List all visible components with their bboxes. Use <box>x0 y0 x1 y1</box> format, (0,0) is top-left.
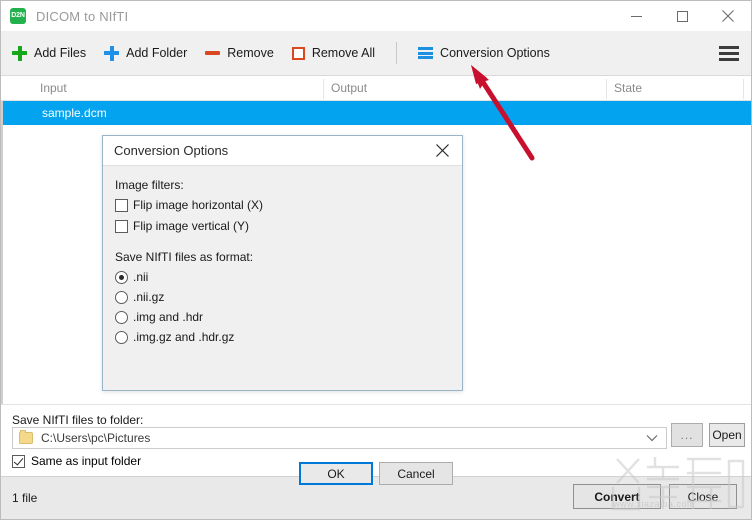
dialog-cancel-button[interactable]: Cancel <box>379 462 453 485</box>
same-as-input-folder-checkbox[interactable]: Same as input folder <box>12 454 141 468</box>
format-imggz-hdrgz-label: .img.gz and .hdr.gz <box>133 330 234 344</box>
conversion-options-button[interactable]: Conversion Options <box>411 38 557 68</box>
format-niigz-label: .nii.gz <box>133 290 164 304</box>
browse-button[interactable]: ... <box>671 423 703 447</box>
remove-all-button[interactable]: Remove All <box>285 38 382 68</box>
radio-icon <box>115 311 128 324</box>
maximize-icon <box>677 11 688 22</box>
remove-button[interactable]: Remove <box>198 38 281 68</box>
table-row[interactable]: sample.dcm <box>3 101 751 125</box>
image-filters-label: Image filters: <box>115 178 184 192</box>
file-count-label: 1 file <box>12 491 37 505</box>
radio-icon <box>115 271 128 284</box>
output-folder-combobox[interactable]: C:\Users\pc\Pictures <box>12 427 667 449</box>
dialog-close-button[interactable] <box>422 136 462 165</box>
dialog-body: Image filters: Flip image horizontal (X)… <box>103 166 462 390</box>
square-outline-icon <box>292 47 305 60</box>
file-list-header: Input Output State <box>1 77 751 101</box>
folder-icon <box>19 432 33 444</box>
radio-icon <box>115 331 128 344</box>
checkbox-icon <box>115 220 128 233</box>
format-label: Save NIfTI files as format: <box>115 250 253 264</box>
window-title: DICOM to NIfTI <box>36 9 128 24</box>
app-icon: D2N <box>10 8 26 24</box>
file-name-cell: sample.dcm <box>42 101 107 125</box>
title-bar: D2N DICOM to NIfTI <box>1 1 751 31</box>
column-header-output[interactable]: Output <box>331 81 367 95</box>
toolbar-separator <box>396 42 397 64</box>
column-divider[interactable] <box>743 79 744 99</box>
checkbox-icon <box>12 455 25 468</box>
open-folder-button[interactable]: Open <box>709 423 745 447</box>
window-controls <box>613 1 751 31</box>
close-icon <box>436 144 449 157</box>
plus-icon <box>12 46 27 61</box>
maximize-button[interactable] <box>659 1 705 31</box>
close-icon <box>722 10 734 22</box>
column-header-input[interactable]: Input <box>40 81 67 95</box>
flip-vertical-checkbox[interactable]: Flip image vertical (Y) <box>115 219 249 233</box>
list-icon <box>418 47 433 59</box>
plus-icon <box>104 46 119 61</box>
format-nii-label: .nii <box>133 270 148 284</box>
add-files-label: Add Files <box>34 46 86 60</box>
app-window: D2N DICOM to NIfTI <box>0 0 752 520</box>
convert-button[interactable]: Convert <box>573 484 661 509</box>
dialog-title: Conversion Options <box>114 143 228 158</box>
add-folder-label: Add Folder <box>126 46 187 60</box>
column-header-state[interactable]: State <box>614 81 642 95</box>
column-divider[interactable] <box>606 79 607 99</box>
chevron-down-icon[interactable] <box>646 431 658 445</box>
remove-all-label: Remove All <box>312 46 375 60</box>
minimize-icon <box>631 11 642 22</box>
add-files-button[interactable]: Add Files <box>5 38 93 68</box>
dialog-title-bar: Conversion Options <box>103 136 462 166</box>
format-img-hdr-label: .img and .hdr <box>133 310 203 324</box>
close-app-button[interactable]: Close <box>669 484 737 509</box>
conversion-options-label: Conversion Options <box>440 46 550 60</box>
dialog-ok-button[interactable]: OK <box>299 462 373 485</box>
hamburger-icon[interactable] <box>719 46 739 61</box>
format-radio-imggz-hdrgz[interactable]: .img.gz and .hdr.gz <box>115 330 234 344</box>
toolbar: Add Files Add Folder Remove Remove All C… <box>1 31 751 76</box>
flip-horizontal-label: Flip image horizontal (X) <box>133 198 263 212</box>
format-radio-niigz[interactable]: .nii.gz <box>115 290 164 304</box>
column-divider[interactable] <box>323 79 324 99</box>
output-folder-label: Save NIfTI files to folder: <box>12 413 143 427</box>
radio-icon <box>115 291 128 304</box>
minimize-button[interactable] <box>613 1 659 31</box>
format-radio-nii[interactable]: .nii <box>115 270 148 284</box>
flip-vertical-label: Flip image vertical (Y) <box>133 219 249 233</box>
same-as-input-folder-label: Same as input folder <box>31 454 141 468</box>
conversion-options-dialog: Conversion Options Image filters: Flip i… <box>102 135 463 391</box>
flip-horizontal-checkbox[interactable]: Flip image horizontal (X) <box>115 198 263 212</box>
output-folder-section: Save NIfTI files to folder: C:\Users\pc\… <box>1 404 751 476</box>
format-radio-img-hdr[interactable]: .img and .hdr <box>115 310 203 324</box>
remove-label: Remove <box>227 46 274 60</box>
minus-icon <box>205 51 220 55</box>
checkbox-icon <box>115 199 128 212</box>
output-folder-path: C:\Users\pc\Pictures <box>41 431 150 445</box>
add-folder-button[interactable]: Add Folder <box>97 38 194 68</box>
close-button[interactable] <box>705 1 751 31</box>
